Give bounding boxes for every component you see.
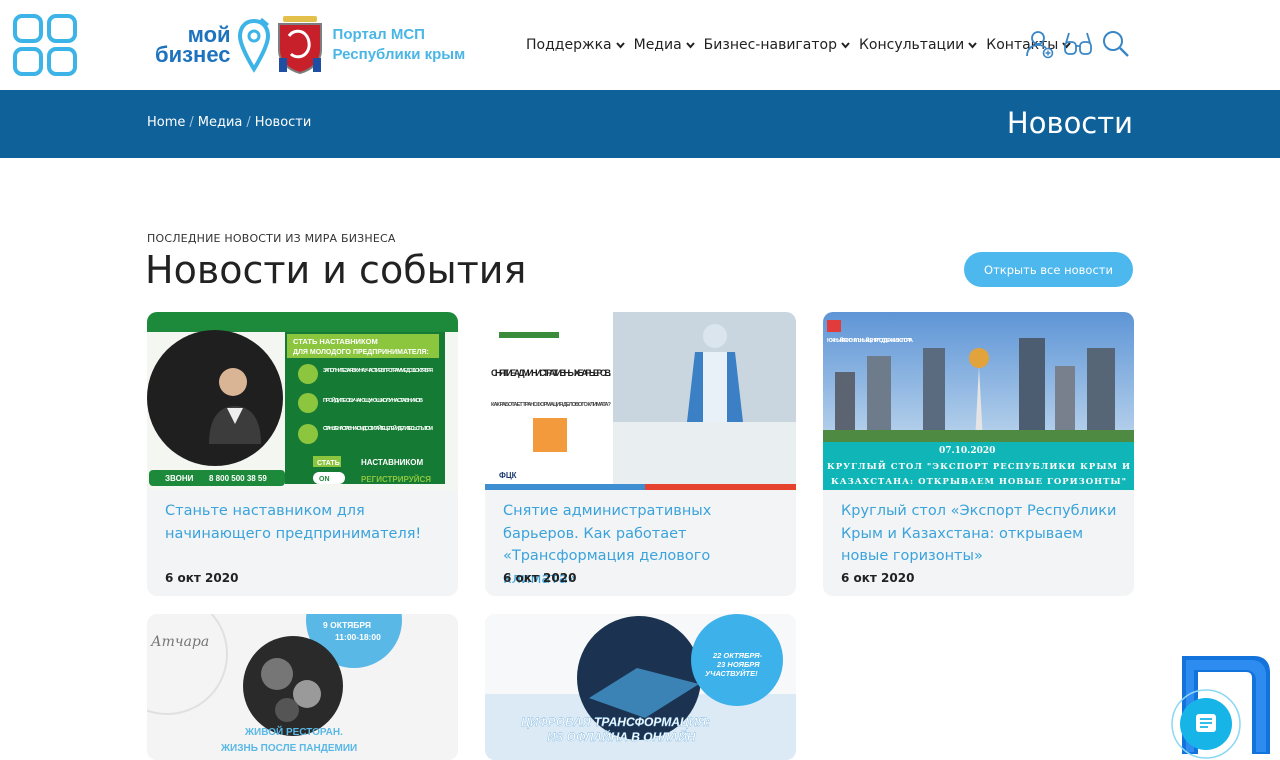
mentor-call-label: ЗВОНИ	[165, 474, 194, 483]
barriers-headline: СНЯТИЕ АДМИНИСТРАТИВНЫХ БАРЬЕРОВ.	[491, 368, 611, 378]
mentor-step1: ЗАПОЛНИТЕ ЗАЯВКУ НА УЧАСТИЕ В ПРОГРАММЕ …	[323, 368, 433, 374]
nav-item-support[interactable]: Поддержка	[526, 37, 625, 53]
news-card-date: 6 окт 2020	[503, 571, 577, 585]
news-card-title[interactable]: Станьте наставником для начинающего пред…	[165, 500, 445, 545]
breadcrumb-current: Новости	[254, 115, 312, 130]
breadcrumb-media[interactable]: Медиа	[198, 115, 243, 130]
nav-item-consultations[interactable]: Консультации	[858, 37, 978, 53]
restaurant-date2: 11:00-18:00	[335, 632, 381, 642]
chevron-down-icon	[841, 41, 850, 49]
main-nav: Поддержка Медиа Бизнес-навигатор Консуль…	[526, 34, 1080, 56]
breadcrumb-separator: /	[246, 115, 251, 130]
crimea-crest-icon	[277, 16, 322, 74]
user-icon[interactable]	[1025, 29, 1055, 59]
section-subtitle: ПОСЛЕДНИЕ НОВОСТИ ИЗ МИРА БИЗНЕСА	[147, 232, 396, 245]
export-corner: ЮЖНЫЙ РЕГИОНАЛЬНЫЙ ЦЕНТР ПОДДЕРЖКИ ЭКСПО…	[827, 336, 913, 344]
digital-date1: 22 ОКТЯБРЯ-	[712, 651, 763, 660]
mentor-step2: ПРОЙДИТЕ ОБУЧАЮЩУЮ ШКОЛУ НАСТАВНИКОВ	[323, 396, 423, 404]
restaurant-signature: Атчара	[150, 634, 209, 650]
portal-line1: Портал МСП	[332, 26, 425, 43]
mentor-on: ON	[319, 476, 330, 483]
logo-line2: бизнес	[155, 42, 231, 67]
news-card-date: 6 окт 2020	[165, 571, 239, 585]
restaurant-date1: 9 ОКТЯБРЯ	[323, 620, 371, 630]
nav-label: Поддержка	[526, 37, 612, 53]
header-icons	[1025, 29, 1139, 59]
digital-transform-image: 22 ОКТЯБРЯ- 23 НОЯБРЯ УЧАСТВУЙТЕ! ЦИФРОВ…	[485, 614, 796, 760]
news-card-date: 6 окт 2020	[841, 571, 915, 585]
nav-label: Медиа	[633, 37, 682, 53]
logo-text: мой бизнес	[155, 24, 231, 67]
chevron-down-icon	[685, 41, 695, 49]
site-header: мой бизнес Портал МСП Республики крым По…	[0, 0, 1280, 90]
digital-title1: ЦИФРОВАЯ ТРАНСФОРМАЦИЯ:	[521, 715, 710, 729]
digital-date2: 23 НОЯБРЯ	[716, 660, 760, 669]
section-title: Новости и события	[145, 248, 527, 292]
mentor-phone: 8 800 500 38 59	[209, 474, 267, 483]
chevron-down-icon	[968, 41, 978, 49]
mentor-register: РЕГИСТРИРУЙСЯ	[361, 475, 431, 484]
chevron-down-icon	[615, 41, 625, 49]
apps-grid-icon[interactable]	[13, 14, 77, 76]
digital-title2: ИЗ ОФЛАЙНА В ОНЛАЙН	[547, 728, 696, 744]
search-icon[interactable]	[1101, 29, 1131, 59]
news-card[interactable]: Атчара 9 ОКТЯБРЯ 11:00-18:00 ЖИВОЙ РЕСТО…	[147, 614, 458, 760]
breadcrumb-home[interactable]: Home	[147, 115, 185, 130]
export-roundtable-image: ЮЖНЫЙ РЕГИОНАЛЬНЫЙ ЦЕНТР ПОДДЕРЖКИ ЭКСПО…	[823, 312, 1134, 490]
news-card[interactable]: СНЯТИЕ АДМИНИСТРАТИВНЫХ БАРЬЕРОВ. КАК РА…	[485, 312, 796, 596]
export-date: 07.10.2020	[939, 446, 995, 456]
news-card-image[interactable]: ЮЖНЫЙ РЕГИОНАЛЬНЫЙ ЦЕНТР ПОДДЕРЖКИ ЭКСПО…	[823, 312, 1134, 490]
nav-item-media[interactable]: Медиа	[634, 37, 695, 53]
chat-widget-icon[interactable]	[1168, 650, 1272, 760]
mentor-step3: СТАНЬТЕ НАСТАВНИКОМ, ДОСТИГАЙТЕ ЦЕЛЕЙ И …	[323, 424, 433, 432]
news-card-title[interactable]: Круглый стол «Экспорт Республики Крым и …	[841, 500, 1121, 568]
page-title: Новости	[1006, 106, 1133, 140]
news-card-image[interactable]: 22 ОКТЯБРЯ- 23 НОЯБРЯ УЧАСТВУЙТЕ! ЦИФРОВ…	[485, 614, 796, 760]
nav-label: Бизнес-навигатор	[703, 37, 837, 53]
restaurant-image: Атчара 9 ОКТЯБРЯ 11:00-18:00 ЖИВОЙ РЕСТО…	[147, 614, 458, 760]
mentor-banner-top: СТАТЬ НАСТАВНИКОМ	[293, 337, 378, 346]
barriers-logo: ФЦК	[499, 471, 517, 480]
news-card-image[interactable]: СТАТЬ НАСТАВНИКОМ ДЛЯ МОЛОДОГО ПРЕДПРИНИ…	[147, 312, 458, 490]
portal-title: Портал МСП Республики крым	[333, 25, 466, 65]
mentor-promo-image: СТАТЬ НАСТАВНИКОМ ДЛЯ МОЛОДОГО ПРЕДПРИНИ…	[147, 312, 458, 490]
open-all-news-button[interactable]: Открыть все новости	[964, 252, 1133, 287]
location-pin-icon	[237, 17, 270, 73]
mentor-banner-sub: ДЛЯ МОЛОДОГО ПРЕДПРИНИМАТЕЛЯ:	[293, 349, 429, 356]
news-card[interactable]: СТАТЬ НАСТАВНИКОМ ДЛЯ МОЛОДОГО ПРЕДПРИНИ…	[147, 312, 458, 596]
mentor-become: СТАТЬ	[317, 460, 340, 467]
breadcrumb-separator: /	[189, 115, 194, 130]
news-card[interactable]: 22 ОКТЯБРЯ- 23 НОЯБРЯ УЧАСТВУЙТЕ! ЦИФРОВ…	[485, 614, 796, 760]
export-line2: КАЗАХСТАНА: ОТКРЫВАЕМ НОВЫЕ ГОРИЗОНТЫ"	[831, 477, 1126, 487]
nav-item-business-navigator[interactable]: Бизнес-навигатор	[704, 37, 850, 53]
glasses-icon[interactable]	[1063, 29, 1093, 59]
restaurant-title2: ЖИЗНЬ ПОСЛЕ ПАНДЕМИИ	[220, 743, 357, 754]
portal-line2: Республики крым	[332, 46, 466, 63]
news-card-image[interactable]: Атчара 9 ОКТЯБРЯ 11:00-18:00 ЖИВОЙ РЕСТО…	[147, 614, 458, 760]
mentor-mentor: НАСТАВНИКОМ	[361, 458, 424, 467]
barriers-sub: КАК РАБОТАЕТ ТРАНСФОРМАЦИЯ ДЕЛОВОГО КЛИМ…	[491, 402, 612, 408]
barriers-image: СНЯТИЕ АДМИНИСТРАТИВНЫХ БАРЬЕРОВ. КАК РА…	[485, 312, 796, 490]
restaurant-title1: ЖИВОЙ РЕСТОРАН.	[244, 725, 343, 738]
news-card[interactable]: ЮЖНЫЙ РЕГИОНАЛЬНЫЙ ЦЕНТР ПОДДЕРЖКИ ЭКСПО…	[823, 312, 1134, 596]
breadcrumb: Home / Медиа / Новости	[147, 115, 311, 130]
page-banner: Home / Медиа / Новости Новости	[0, 90, 1280, 158]
digital-date3: УЧАСТВУЙТЕ!	[705, 669, 758, 678]
news-card-image[interactable]: СНЯТИЕ АДМИНИСТРАТИВНЫХ БАРЬЕРОВ. КАК РА…	[485, 312, 796, 490]
site-logo[interactable]: мой бизнес Портал МСП Республики крым	[155, 16, 465, 74]
nav-label: Консультации	[858, 37, 965, 53]
